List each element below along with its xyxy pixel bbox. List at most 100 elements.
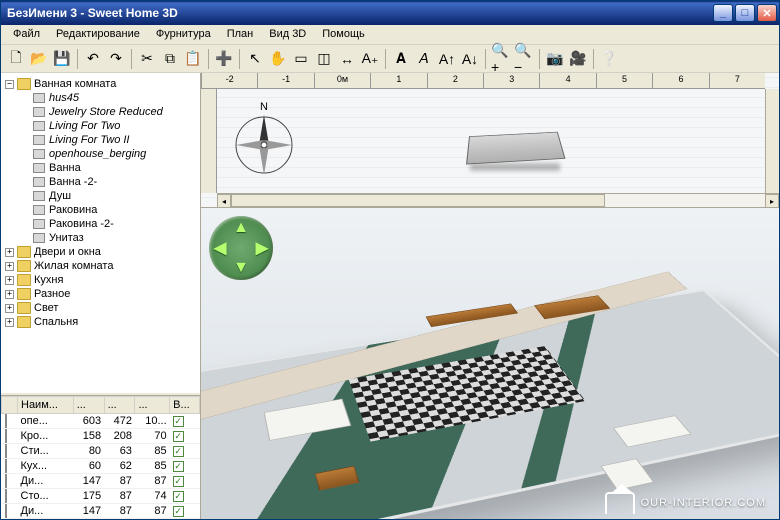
add-furniture-icon[interactable]: ➕	[213, 48, 235, 70]
menu-Файл[interactable]: Файл	[5, 25, 48, 44]
catalog-item[interactable]: Душ	[5, 189, 196, 203]
catalog-item[interactable]: Living For Two	[5, 119, 196, 133]
folder-icon	[17, 316, 31, 328]
item-icon	[33, 205, 45, 215]
cut-icon[interactable]: ✂	[136, 48, 158, 70]
right-panel: -2-10м1234567 N ◂ ▸	[201, 73, 779, 519]
folder-icon	[17, 302, 31, 314]
3d-scene	[207, 214, 773, 513]
menu-Помощь[interactable]: Помощь	[314, 25, 373, 44]
visible-checkbox[interactable]: ✓	[173, 461, 184, 472]
visible-checkbox[interactable]: ✓	[173, 416, 184, 427]
menu-Вид 3D[interactable]: Вид 3D	[261, 25, 314, 44]
catalog-item[interactable]: Раковина -2-	[5, 217, 196, 231]
catalog-folder[interactable]: +Кухня	[5, 273, 196, 287]
table-row[interactable]: Кро...15820870✓	[2, 429, 200, 444]
folder-icon	[17, 78, 31, 90]
catalog-item[interactable]: hus45	[5, 91, 196, 105]
column-header[interactable]: ...	[135, 397, 170, 414]
bold-icon[interactable]: 𝐀	[390, 48, 412, 70]
item-icon	[33, 177, 45, 187]
item-icon	[33, 219, 45, 229]
item-icon	[5, 429, 7, 443]
scroll-thumb[interactable]	[231, 194, 605, 207]
catalog-folder[interactable]: +Разное	[5, 287, 196, 301]
minimize-button[interactable]: _	[713, 4, 733, 22]
catalog-item[interactable]: Раковина	[5, 203, 196, 217]
table-row[interactable]: Сто...1758774✓	[2, 489, 200, 504]
wall-icon[interactable]: ▭	[290, 48, 312, 70]
maximize-button[interactable]: □	[735, 4, 755, 22]
open-icon[interactable]: 📂	[28, 48, 50, 70]
room-icon[interactable]: ◫	[313, 48, 335, 70]
close-button[interactable]: ✕	[757, 4, 777, 22]
text-icon[interactable]: A₊	[359, 48, 381, 70]
visible-checkbox[interactable]: ✓	[173, 506, 184, 517]
pan-icon[interactable]: ✋	[267, 48, 289, 70]
column-header[interactable]: ...	[104, 397, 135, 414]
table-row[interactable]: Ди...1478787✓	[2, 504, 200, 519]
help-icon[interactable]: ❔	[598, 48, 620, 70]
zoom-in-icon[interactable]: 🔍+	[490, 48, 512, 70]
catalog-folder[interactable]: −Ванная комната	[5, 77, 196, 91]
zoom-out-icon[interactable]: 🔍−	[513, 48, 535, 70]
table-row[interactable]: Кух...606285✓	[2, 459, 200, 474]
3d-view[interactable]: ▲ ▼ ◀ ▶	[201, 208, 779, 519]
redo-icon[interactable]: ↷	[105, 48, 127, 70]
menu-Фурнитура[interactable]: Фурнитура	[148, 25, 219, 44]
catalog-folder[interactable]: +Жилая комната	[5, 259, 196, 273]
table-row[interactable]: Ди...1478787✓	[2, 474, 200, 489]
select-icon[interactable]: ↖	[244, 48, 266, 70]
column-header[interactable]: ...	[73, 397, 104, 414]
visible-checkbox[interactable]: ✓	[173, 446, 184, 457]
menu-План[interactable]: План	[219, 25, 262, 44]
ruler-vertical	[201, 89, 217, 193]
scroll-track[interactable]	[231, 194, 765, 207]
left-panel: −Ванная комнатаhus45Jewelry Store Reduce…	[1, 73, 201, 519]
scroll-left-button[interactable]: ◂	[217, 194, 231, 208]
photo-icon[interactable]: 📷	[544, 48, 566, 70]
plan-scrollbar-vertical[interactable]	[765, 89, 779, 193]
save-icon[interactable]: 💾	[51, 48, 73, 70]
item-icon	[33, 163, 45, 173]
catalog-item[interactable]: Ванна -2-	[5, 175, 196, 189]
visible-checkbox[interactable]: ✓	[173, 491, 184, 502]
item-icon	[33, 149, 45, 159]
catalog-item[interactable]: Jewelry Store Reduced	[5, 105, 196, 119]
menu-Редактирование[interactable]: Редактирование	[48, 25, 148, 44]
plan-view[interactable]: -2-10м1234567 N ◂ ▸	[201, 73, 779, 208]
catalog-item[interactable]: Ванна	[5, 161, 196, 175]
catalog-item[interactable]: Унитаз	[5, 231, 196, 245]
item-icon	[5, 474, 7, 488]
plan-scrollbar-horizontal[interactable]: ◂ ▸	[217, 193, 779, 207]
scroll-right-button[interactable]: ▸	[765, 194, 779, 208]
visible-checkbox[interactable]: ✓	[173, 431, 184, 442]
font-dec-icon[interactable]: A↓	[459, 48, 481, 70]
furniture-table[interactable]: Наим............В...опе...60347210...✓Кр…	[1, 396, 200, 519]
folder-icon	[17, 246, 31, 258]
item-icon	[33, 233, 45, 243]
column-header[interactable]: В...	[170, 397, 200, 414]
catalog-folder[interactable]: +Спальня	[5, 315, 196, 329]
column-header[interactable]: Наим...	[18, 397, 74, 414]
dimension-icon[interactable]: ↔	[336, 48, 358, 70]
paste-icon[interactable]: 📋	[182, 48, 204, 70]
catalog-item[interactable]: Living For Two II	[5, 133, 196, 147]
visible-checkbox[interactable]: ✓	[173, 476, 184, 487]
copy-icon[interactable]: ⧉	[159, 48, 181, 70]
undo-icon[interactable]: ↶	[82, 48, 104, 70]
catalog-item[interactable]: openhouse_berging	[5, 147, 196, 161]
video-icon[interactable]: 🎥	[567, 48, 589, 70]
window-controls: _ □ ✕	[713, 4, 777, 22]
catalog-tree[interactable]: −Ванная комнатаhus45Jewelry Store Reduce…	[1, 73, 200, 392]
italic-icon[interactable]: 𝘈	[413, 48, 435, 70]
new-icon[interactable]: 🗋	[5, 48, 27, 70]
font-inc-icon[interactable]: A↑	[436, 48, 458, 70]
table-row[interactable]: Сти...806385✓	[2, 444, 200, 459]
catalog-folder[interactable]: +Свет	[5, 301, 196, 315]
compass: N	[229, 101, 299, 177]
catalog-folder[interactable]: +Двери и окна	[5, 245, 196, 259]
item-icon	[5, 459, 7, 473]
table-row[interactable]: опе...60347210...✓	[2, 414, 200, 429]
plan-miniature	[464, 123, 574, 173]
